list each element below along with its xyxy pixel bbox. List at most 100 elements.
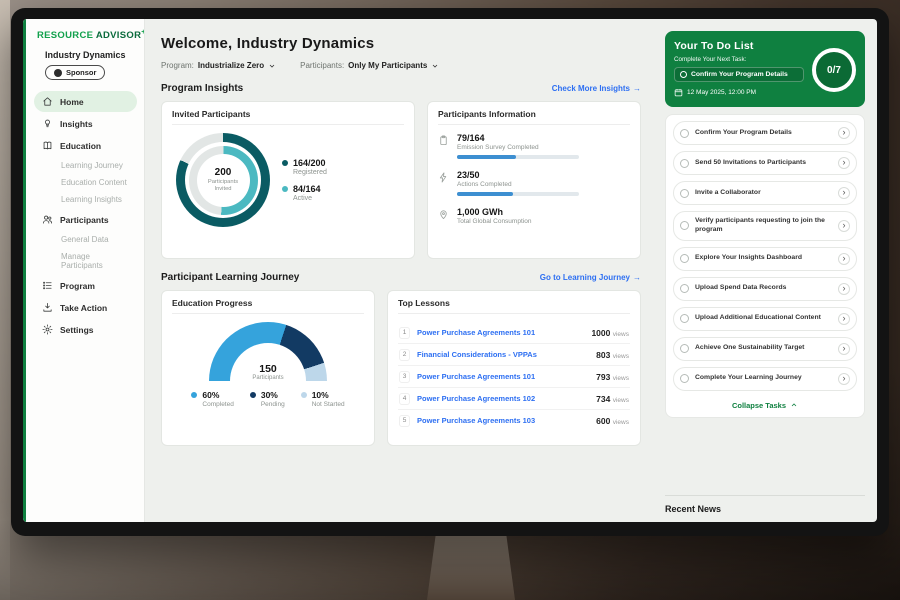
participants-information-title: Participants Information (438, 109, 630, 125)
radio-circle-icon (680, 71, 687, 78)
task-row-send-invitations[interactable]: Send 50 Invitations to Participants › (673, 151, 857, 175)
calendar-icon (674, 88, 683, 97)
invited-participants-donut-chart: 200 Participants Invited (176, 133, 270, 227)
next-task-label: Confirm Your Program Details (691, 71, 788, 78)
sidebar-item-home[interactable]: Home (34, 91, 137, 112)
sidebar-item-settings[interactable]: Settings (34, 319, 137, 340)
task-checkbox[interactable] (680, 189, 689, 198)
stat-label: Emission Survey Completed (457, 144, 579, 151)
stat-global-consumption: 1,000 GWh Total Global Consumption (438, 207, 630, 225)
monitor-bezel: RESOURCE ADVISOR+ Industry Dynamics Spon… (11, 8, 889, 536)
gauge-center-label: Participants (209, 375, 327, 381)
chevron-right-icon[interactable]: › (838, 313, 850, 325)
task-checkbox[interactable] (680, 129, 689, 138)
task-row-invite-collaborator[interactable]: Invite a Collaborator › (673, 181, 857, 205)
legend-value: 60% (202, 390, 219, 400)
task-row-complete-learning-journey[interactable]: Complete Your Learning Journey › (673, 367, 857, 391)
chevron-right-icon[interactable]: › (838, 157, 850, 169)
sidebar-item-label: Settings (60, 325, 94, 335)
task-row-upload-educational-content[interactable]: Upload Additional Educational Content › (673, 307, 857, 331)
task-checkbox[interactable] (680, 284, 689, 293)
sidebar-item-learning-insights[interactable]: Learning Insights (34, 191, 137, 208)
learning-journey-title: Participant Learning Journey (161, 272, 299, 283)
legend-dot (250, 392, 256, 398)
chevron-right-icon[interactable]: › (838, 220, 850, 232)
home-icon (42, 96, 53, 107)
participants-dropdown[interactable]: Participants: Only My Participants (300, 61, 439, 70)
sidebar-item-label: Home (60, 97, 84, 107)
sidebar-item-take-action[interactable]: Take Action (34, 297, 137, 318)
lesson-link[interactable]: Financial Considerations - VPPAs (417, 350, 589, 359)
legend-dot (282, 186, 288, 192)
legend-value: 164/200 (293, 158, 326, 168)
sidebar-item-education[interactable]: Education (34, 135, 137, 156)
task-row-confirm-program[interactable]: Confirm Your Program Details › (673, 121, 857, 145)
participants-information-card: Participants Information 79/164 Emission… (427, 101, 641, 259)
legend-label: Active (293, 195, 327, 202)
task-checkbox[interactable] (680, 221, 689, 230)
chevron-right-icon[interactable]: › (838, 127, 850, 139)
sidebar-item-insights[interactable]: Insights (34, 113, 137, 134)
lesson-views-count: 803 (596, 350, 610, 360)
task-checkbox[interactable] (680, 374, 689, 383)
education-progress-gauge-chart: 150 Participants (209, 322, 327, 381)
task-row-explore-insights[interactable]: Explore Your Insights Dashboard › (673, 247, 857, 271)
sidebar: RESOURCE ADVISOR+ Industry Dynamics Spon… (23, 19, 145, 522)
task-checkbox[interactable] (680, 344, 689, 353)
lesson-row: 2 Financial Considerations - VPPAs 803 v… (398, 344, 630, 366)
app-logo: RESOURCE ADVISOR+ (34, 29, 137, 41)
legend-dot (191, 392, 197, 398)
chevron-down-icon (268, 62, 276, 70)
check-more-insights-link[interactable]: Check More Insights → (552, 84, 641, 93)
progress-bar-fill (457, 155, 516, 159)
chevron-right-icon[interactable]: › (838, 283, 850, 295)
lesson-views-count: 734 (596, 394, 610, 404)
legend-label: Pending (261, 401, 285, 408)
chevron-up-icon (790, 401, 798, 409)
task-row-verify-participants[interactable]: Verify participants requesting to join t… (673, 211, 857, 241)
task-label: Upload Spend Data Records (695, 284, 832, 293)
chevron-right-icon[interactable]: › (838, 253, 850, 265)
next-task-pill[interactable]: Confirm Your Program Details (674, 67, 804, 82)
go-to-learning-journey-link[interactable]: Go to Learning Journey → (540, 273, 641, 282)
filter-bar: Program: Industrialize Zero Participants… (161, 61, 641, 70)
stat-value: 23/50 (457, 170, 579, 180)
org-name: Industry Dynamics (34, 50, 137, 60)
arrow-right-icon: → (633, 273, 641, 282)
people-icon (42, 214, 53, 225)
participants-dropdown-value: Only My Participants (348, 61, 427, 70)
task-checkbox[interactable] (680, 314, 689, 323)
lesson-link[interactable]: Power Purchase Agreements 103 (417, 416, 589, 425)
task-checkbox[interactable] (680, 159, 689, 168)
sidebar-item-program[interactable]: Program (34, 275, 137, 296)
lesson-rank: 3 (399, 371, 410, 383)
legend-item-registered: 164/200 Registered (282, 158, 327, 176)
lesson-views-count: 793 (596, 372, 610, 382)
logo-text-secondary: ADVISOR (96, 30, 141, 41)
lesson-link[interactable]: Power Purchase Agreements 101 (417, 372, 589, 381)
sidebar-item-learning-journey[interactable]: Learning Journey (34, 157, 137, 174)
learning-journey-cards: Education Progress 150 Participants 60% … (161, 290, 641, 446)
task-label: Explore Your Insights Dashboard (695, 254, 832, 263)
legend-item-pending: 30% Pending (250, 390, 285, 408)
program-insights-header: Program Insights Check More Insights → (161, 83, 641, 94)
task-row-upload-spend-data[interactable]: Upload Spend Data Records › (673, 277, 857, 301)
collapse-tasks-button[interactable]: Collapse Tasks (673, 397, 857, 414)
lesson-link[interactable]: Power Purchase Agreements 102 (417, 394, 589, 403)
sidebar-item-education-content[interactable]: Education Content (34, 174, 137, 191)
chevron-right-icon[interactable]: › (838, 343, 850, 355)
task-label: Confirm Your Program Details (695, 129, 832, 138)
task-row-achieve-target[interactable]: Achieve One Sustainability Target › (673, 337, 857, 361)
sidebar-item-participants[interactable]: Participants (34, 209, 137, 230)
education-progress-card: Education Progress 150 Participants 60% … (161, 290, 375, 446)
chevron-right-icon[interactable]: › (838, 373, 850, 385)
sponsor-icon (54, 69, 62, 77)
program-dropdown[interactable]: Program: Industrialize Zero (161, 61, 276, 70)
chevron-right-icon[interactable]: › (838, 187, 850, 199)
sidebar-item-label: Insights (60, 119, 93, 129)
lesson-link[interactable]: Power Purchase Agreements 101 (417, 328, 584, 337)
legend-dot (282, 160, 288, 166)
task-checkbox[interactable] (680, 254, 689, 263)
sidebar-item-general-data[interactable]: General Data (34, 231, 137, 248)
sidebar-item-manage-participants[interactable]: Manage Participants (34, 248, 137, 274)
